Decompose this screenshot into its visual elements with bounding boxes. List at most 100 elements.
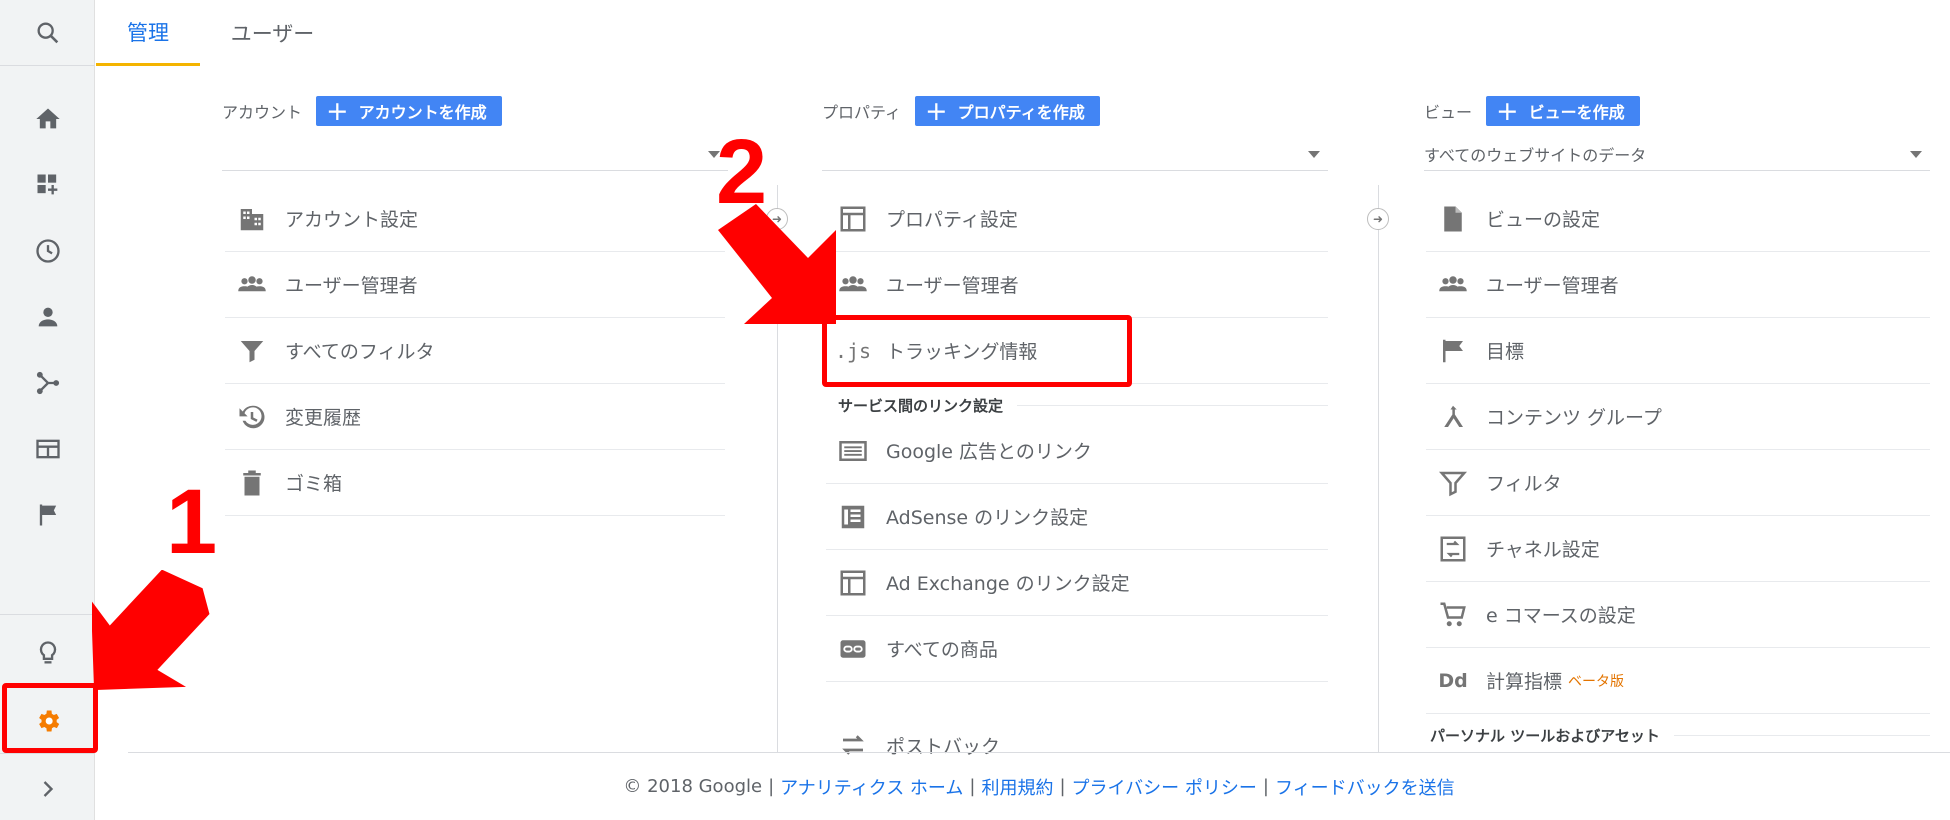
create-account-button[interactable]: + アカウントを作成 — [316, 96, 502, 126]
document-icon — [1436, 202, 1470, 236]
account-trash-item[interactable]: ゴミ箱 — [225, 450, 725, 516]
property-selector[interactable] — [822, 138, 1328, 171]
account-change-history-item[interactable]: 変更履歴 — [225, 384, 725, 450]
google-ads-link-label: Google 広告とのリンク — [886, 441, 1092, 463]
channel-settings-label: チャネル設定 — [1486, 539, 1600, 561]
create-view-label: ビューを作成 — [1528, 103, 1625, 122]
filter-icon — [235, 334, 269, 368]
google-ads-icon — [836, 434, 870, 468]
property-header: プロパティ + プロパティを作成 — [822, 96, 1100, 126]
view-filters-item[interactable]: フィルタ — [1426, 450, 1930, 516]
account-change-history-label: 変更履歴 — [285, 407, 362, 429]
google-ads-link-item[interactable]: Google 広告とのリンク — [826, 418, 1328, 484]
adsense-icon — [836, 500, 870, 534]
rail-audience[interactable] — [0, 284, 95, 350]
create-account-label: アカウントを作成 — [358, 103, 487, 122]
personal-tools-label: パーソナル ツールおよびアセット — [1430, 726, 1660, 745]
rail-search[interactable] — [0, 0, 95, 66]
rail-behavior[interactable] — [0, 416, 95, 482]
property-settings-label: プロパティ設定 — [886, 209, 1018, 231]
rail-acquisition[interactable] — [0, 350, 95, 416]
search-icon — [37, 22, 58, 43]
account-filters-label: すべてのフィルタ — [285, 341, 435, 363]
ad-exchange-link-item[interactable]: Ad Exchange のリンク設定 — [826, 550, 1328, 616]
step-1-number: 1 — [166, 471, 218, 573]
account-filters-item[interactable]: すべてのフィルタ — [225, 318, 725, 384]
link-icon — [836, 632, 870, 666]
property-menu: プロパティ設定 ユーザー管理者 .js トラッキング情報 サービス間のリンク設定… — [826, 186, 1328, 778]
content-grouping-label: コンテンツ グループ — [1486, 407, 1662, 429]
ecommerce-settings-label: e コマースの設定 — [1486, 605, 1636, 627]
analytics-home-link[interactable]: アナリティクス ホーム — [780, 774, 963, 800]
property-user-management-label: ユーザー管理者 — [886, 275, 1019, 297]
adsense-link-item[interactable]: AdSense のリンク設定 — [826, 484, 1328, 550]
trash-icon — [235, 466, 269, 500]
view-filters-label: フィルタ — [1486, 473, 1562, 495]
rail-conversions[interactable] — [0, 482, 95, 548]
view-selector[interactable]: すべてのウェブサイトのデータ — [1424, 138, 1930, 171]
rail-divider — [0, 614, 95, 615]
rail-discover[interactable] — [0, 620, 95, 686]
section-rule — [1673, 734, 1930, 736]
create-view-button[interactable]: + ビューを作成 — [1486, 96, 1640, 126]
chevron-right-icon — [43, 781, 53, 797]
account-label: アカウント — [222, 103, 303, 122]
calculated-metrics-label: 計算指標 — [1486, 671, 1563, 693]
caret-down-icon — [1910, 151, 1922, 158]
goals-item[interactable]: 目標 — [1426, 318, 1930, 384]
terms-link[interactable]: 利用規約 — [981, 774, 1053, 800]
create-property-label: プロパティを作成 — [957, 103, 1085, 122]
account-trash-label: ゴミ箱 — [285, 473, 343, 495]
create-property-button[interactable]: + プロパティを作成 — [915, 96, 1100, 126]
step-2-highlight-box — [822, 315, 1132, 387]
view-header: ビュー + ビューを作成 — [1424, 96, 1640, 126]
plus-icon: + — [925, 95, 948, 127]
footer-separator: | — [969, 776, 976, 797]
content-group-icon — [1436, 400, 1470, 434]
branch-icon — [36, 371, 59, 395]
view-user-management-item[interactable]: ユーザー管理者 — [1426, 252, 1930, 318]
footer-separator: | — [1262, 776, 1269, 797]
tab-admin[interactable]: 管理 — [96, 0, 200, 66]
view-selected: すべてのウェブサイトのデータ — [1424, 146, 1647, 165]
cart-icon — [1436, 598, 1470, 632]
feedback-link[interactable]: フィードバックを送信 — [1275, 774, 1455, 800]
building-icon — [235, 202, 269, 236]
tab-user[interactable]: ユーザー — [210, 0, 335, 66]
rail-expand[interactable] — [0, 756, 95, 820]
account-selector[interactable] — [222, 138, 728, 171]
view-user-management-label: ユーザー管理者 — [1486, 275, 1619, 297]
calculated-metrics-item[interactable]: Dd 計算指標 ベータ版 — [1426, 648, 1930, 714]
linking-section-label: サービス間のリンク設定 — [838, 396, 1004, 415]
account-menu: アカウント設定 ユーザー管理者 すべてのフィルタ 変更履歴 ゴミ箱 — [225, 186, 725, 516]
account-settings-item[interactable]: アカウント設定 — [225, 186, 725, 252]
copyright: © 2018 Google — [623, 776, 763, 797]
content-grouping-item[interactable]: コンテンツ グループ — [1426, 384, 1930, 450]
property-settings-item[interactable]: プロパティ設定 — [826, 186, 1328, 252]
step-1-highlight-box — [2, 683, 98, 753]
property-user-management-item[interactable]: ユーザー管理者 — [826, 252, 1328, 318]
flag-icon — [39, 504, 56, 526]
dashboard-add-icon — [37, 174, 57, 195]
step-1-arrow — [92, 570, 210, 690]
rail-customization[interactable] — [0, 152, 95, 218]
account-settings-label: アカウント設定 — [285, 209, 419, 231]
view-menu: ビューの設定 ユーザー管理者 目標 コンテンツ グループ フィルタ チャネル設定… — [1426, 186, 1930, 756]
account-user-management-item[interactable]: ユーザー管理者 — [225, 252, 725, 318]
view-settings-item[interactable]: ビューの設定 — [1426, 186, 1930, 252]
ecommerce-settings-item[interactable]: e コマースの設定 — [1426, 582, 1930, 648]
plus-icon: + — [326, 95, 349, 127]
rail-divider-bottom — [0, 753, 95, 754]
footer-separator: | — [768, 776, 775, 797]
people-icon — [1436, 268, 1470, 302]
channel-settings-item[interactable]: チャネル設定 — [1426, 516, 1930, 582]
rail-realtime[interactable] — [0, 218, 95, 284]
all-products-item[interactable]: すべての商品 — [826, 616, 1328, 682]
lightbulb-icon — [39, 641, 56, 664]
ad-exchange-icon — [836, 566, 870, 600]
view-label: ビュー — [1424, 103, 1473, 122]
dd-icon: Dd — [1438, 669, 1468, 692]
privacy-link[interactable]: プライバシー ポリシー — [1072, 774, 1257, 800]
rail-home[interactable] — [0, 86, 95, 152]
plus-icon: + — [1496, 95, 1519, 127]
